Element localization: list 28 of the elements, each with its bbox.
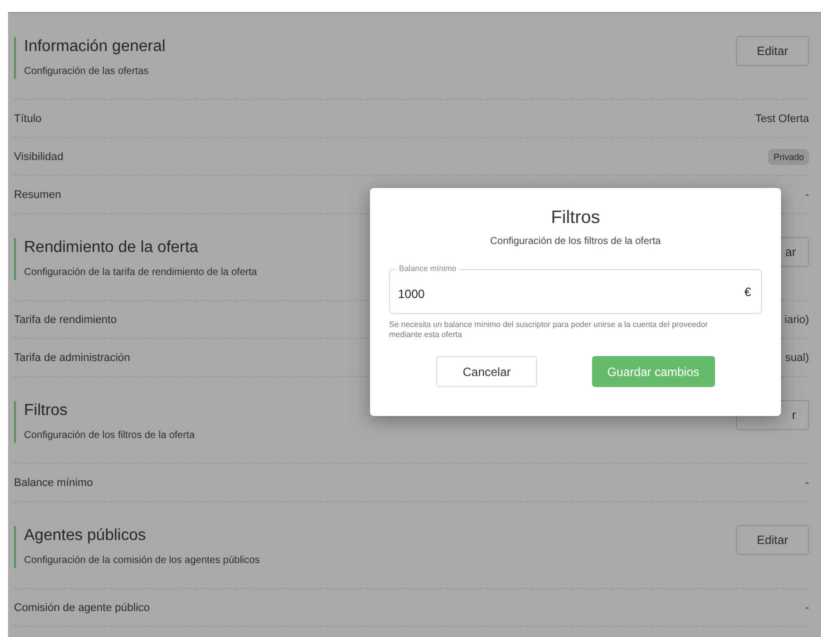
section-title: Filtros — [24, 401, 69, 421]
section-subtitle: Configuración de las ofertas — [24, 65, 150, 79]
field-value: - — [805, 188, 809, 200]
field-label: Tarifa de rendimiento — [14, 314, 117, 326]
field-value: Test Oferta — [755, 112, 809, 124]
field-label: Título — [14, 112, 42, 124]
field-value: - — [805, 476, 809, 488]
section-subtitle: Configuración de la comisión de los agentes públicos — [24, 554, 260, 568]
helper-text: Se necesita un balance mínimo del suscriptor para poder unirse a la cuenta del proveedor mediante esta oferta — [389, 320, 709, 340]
dialog-subtitle: Configuración de los filtros de la oferta — [489, 236, 662, 247]
visibility-badge: Privado — [768, 148, 809, 164]
field-value: - — [805, 602, 809, 614]
field-label: Visibilidad — [14, 150, 64, 162]
field-label: Resumen — [14, 188, 62, 200]
dialog-title: Filtros — [550, 206, 601, 228]
field-label: Tarifa de administración — [14, 352, 130, 364]
field-value: iario) — [784, 314, 809, 326]
cancel-button[interactable]: Cancelar — [436, 356, 538, 387]
edit-button[interactable]: Editar — [736, 525, 809, 555]
section-subtitle: Configuración de la tarifa de rendimiento de la oferta — [24, 266, 257, 280]
edit-button[interactable]: Editar — [736, 36, 809, 66]
field-label: Balance mínimo — [14, 476, 93, 488]
field-value: sual) — [785, 352, 809, 364]
section-title: Información general — [24, 37, 166, 57]
section-title: Rendimiento de la oferta — [24, 238, 200, 258]
section-title: Agentes públicos — [24, 526, 147, 546]
section-subtitle: Configuración de los filtros de la oferta — [24, 429, 195, 443]
field-label: Comisión de agente público — [14, 602, 150, 614]
